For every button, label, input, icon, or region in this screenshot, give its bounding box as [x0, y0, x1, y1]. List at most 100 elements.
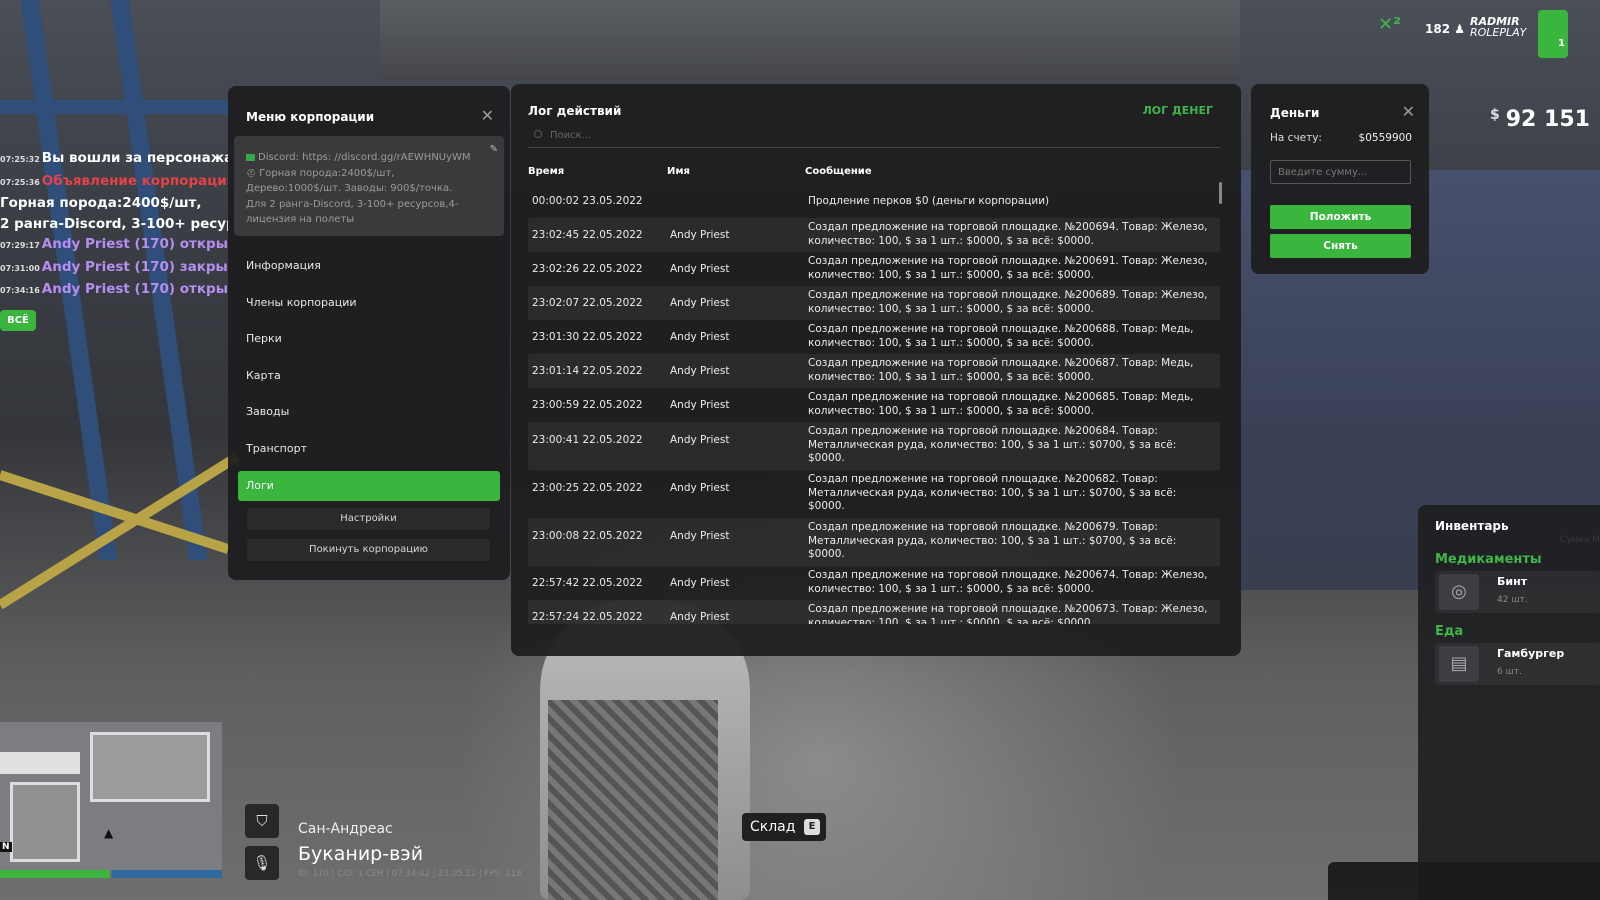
log-message: Создал предложение на торговой площадке.… [808, 603, 1208, 624]
inventory-item-burger[interactable]: ▤ Гамбургер 6 шт. [1435, 643, 1600, 685]
log-time: 23:01:14 22.05.2022 [532, 365, 643, 377]
inventory-bag-tab[interactable]: Сумка М [1560, 535, 1600, 545]
inventory-item-bandage[interactable]: ◎ Бинт 42 шт. [1435, 571, 1600, 613]
map-block [10, 782, 80, 862]
health-bar [0, 870, 110, 878]
item-qty: 6 шт. [1497, 667, 1522, 677]
corp-menu-item[interactable]: Члены корпорации [238, 285, 500, 322]
amount-input[interactable] [1270, 160, 1411, 184]
chat-timestamp: 07:34:16 [0, 286, 40, 295]
withdraw-button[interactable]: Снять [1270, 234, 1411, 258]
log-name: Andy Priest [670, 399, 730, 411]
deposit-button[interactable]: Положить [1270, 205, 1411, 229]
chat-message: Andy Priest (170) закрыл х [41, 258, 228, 275]
log-time: 23:00:41 22.05.2022 [532, 434, 643, 446]
close-icon[interactable]: ✕ [1402, 104, 1415, 120]
item-qty: 42 шт. [1497, 595, 1528, 605]
log-time: 00:00:02 23.05.2022 [532, 195, 643, 207]
desc-line: Discord: https: //discord.gg/rAEWHNUyWM [246, 150, 494, 166]
desc-line: ⛑ Горная порода:2400$/шт, [246, 167, 395, 179]
corp-menu-item[interactable]: Заводы [238, 394, 500, 431]
edit-icon[interactable]: ✎ [490, 142, 498, 158]
log-message: Создал предложение на торговой площадке.… [808, 521, 1177, 560]
settings-button[interactable]: Настройки [246, 507, 491, 531]
corp-menu-list: Информация Члены корпорации Перки Карта Заво… [238, 248, 500, 501]
hotbar [1328, 862, 1600, 900]
chat-timestamp: 07:29:17 [0, 241, 40, 250]
category-food: Еда [1435, 624, 1464, 639]
log-message: Создал предложение на торговой площадке.… [808, 323, 1194, 349]
log-message: Создал предложение на торговой площадке.… [808, 255, 1208, 281]
chat-timestamp: 07:31:00 [0, 263, 40, 273]
item-name: Гамбургер [1497, 647, 1565, 660]
server-badge: 1 [1538, 10, 1568, 58]
log-name: Andy Priest [670, 297, 730, 309]
log-time: 22:57:24 22.05.2022 [532, 611, 643, 623]
category-medicine: Медикаменты [1435, 552, 1542, 567]
log-row: 00:00:02 23.05.2022 Продление перков $0 (… [528, 184, 1220, 218]
log-row: 23:00:25 22.05.2022 Andy Priest Создал пре… [528, 470, 1220, 518]
log-time: 23:02:07 22.05.2022 [532, 297, 643, 309]
close-icon[interactable]: ✕ [481, 108, 494, 124]
log-row: 23:02:07 22.05.2022 Andy Priest Создал пре… [528, 286, 1220, 320]
log-time: 23:01:30 22.05.2022 [532, 331, 643, 343]
inventory-title: Инвентарь [1435, 519, 1509, 533]
log-search-input[interactable]: Поиск... [528, 126, 1220, 148]
leave-corp-button[interactable]: Покинуть корпорацию [246, 538, 491, 562]
log-time: 23:02:26 22.05.2022 [532, 263, 643, 275]
corp-menu-item[interactable]: Транспорт [238, 431, 500, 468]
log-name: Andy Priest [670, 434, 730, 446]
corp-description: ✎ Discord: https: //discord.gg/rAEWHNUyW… [234, 136, 504, 236]
log-message: Создал предложение на торговой площадке.… [808, 569, 1208, 595]
map-block [90, 732, 210, 802]
burger-icon: ▤ [1439, 646, 1479, 682]
log-time: 23:00:59 22.05.2022 [532, 399, 643, 411]
log-name: Andy Priest [670, 331, 730, 343]
log-name: Andy Priest [670, 229, 730, 241]
bandage-icon: ◎ [1439, 574, 1479, 610]
log-scrollbar[interactable] [1219, 182, 1222, 204]
log-row: 23:00:08 22.05.2022 Andy Priest Создал пре… [528, 518, 1220, 566]
log-row: 22:57:42 22.05.2022 Andy Priest Создал пре… [528, 566, 1220, 600]
col-name: Имя [667, 166, 690, 177]
log-name: Andy Priest [670, 263, 730, 275]
log-message: Создал предложение на торговой площадке.… [808, 289, 1208, 315]
cash-value: 92 151 [1505, 107, 1590, 132]
log-message: Создал предложение на торговой площадке.… [808, 221, 1208, 247]
log-table-body: 00:00:02 23.05.2022 Продление перков $0 (… [528, 184, 1220, 624]
corp-menu-title: Меню корпорации [246, 110, 375, 124]
col-message: Сообщение [805, 166, 872, 177]
col-time: Время [528, 166, 565, 177]
chat-line: 07:31:00Andy Priest (170) закрыл х [0, 257, 228, 280]
desc-line: лицензия на полеты [246, 214, 355, 225]
chat-message: Объявление корпорации: [41, 172, 228, 189]
chat-line: 2 ранга-Discord, 3-100+ ресурс [0, 214, 228, 235]
log-time: 23:00:25 22.05.2022 [532, 482, 643, 494]
log-message: Создал предложение на торговой площадке.… [808, 473, 1177, 512]
cash-display: $92 151 [1490, 107, 1590, 132]
chat-message: Горная порода:2400$/шт, [0, 195, 202, 211]
microphone-icon[interactable]: 🎙 [245, 846, 279, 880]
chat-message: 2 ранга-Discord, 3-100+ ресурс [0, 215, 228, 232]
chat-line: Горная порода:2400$/шт, [0, 193, 228, 214]
corp-menu-item[interactable]: Перки [238, 321, 500, 358]
brand-logo: RADMIR ROLEPLAY [1470, 16, 1526, 38]
corp-menu-item[interactable]: Логи [238, 470, 500, 501]
rack-beam [0, 100, 230, 114]
chat-line: 07:25:36 Объявление корпорации: [0, 171, 228, 194]
money-log-link[interactable]: ЛОГ ДЕНЕГ [1143, 104, 1213, 117]
corp-menu-item[interactable]: Карта [238, 358, 500, 395]
log-time: 23:00:08 22.05.2022 [532, 530, 643, 542]
chat-all-button[interactable]: ВСЁ [0, 310, 36, 331]
shield-icon[interactable]: ⛉ [245, 804, 279, 838]
log-row: 22:57:24 22.05.2022 Andy Priest Создал пре… [528, 600, 1220, 624]
corp-menu-item[interactable]: Информация [238, 248, 500, 285]
chat-line: 07:34:16Andy Priest (170) открыл х [0, 279, 228, 302]
log-title: Лог действий [528, 104, 622, 118]
log-name: Andy Priest [670, 577, 730, 589]
account-label: На счету: [1270, 132, 1322, 144]
log-message: Создал предложение на торговой площадке.… [808, 425, 1177, 464]
inventory-panel: Инвентарь Сумка М Медикаменты ◎ Бинт 42 … [1418, 505, 1600, 900]
warehouse-prompt[interactable]: Склад E [742, 813, 826, 841]
log-message: Создал предложение на торговой площадке.… [808, 357, 1194, 383]
